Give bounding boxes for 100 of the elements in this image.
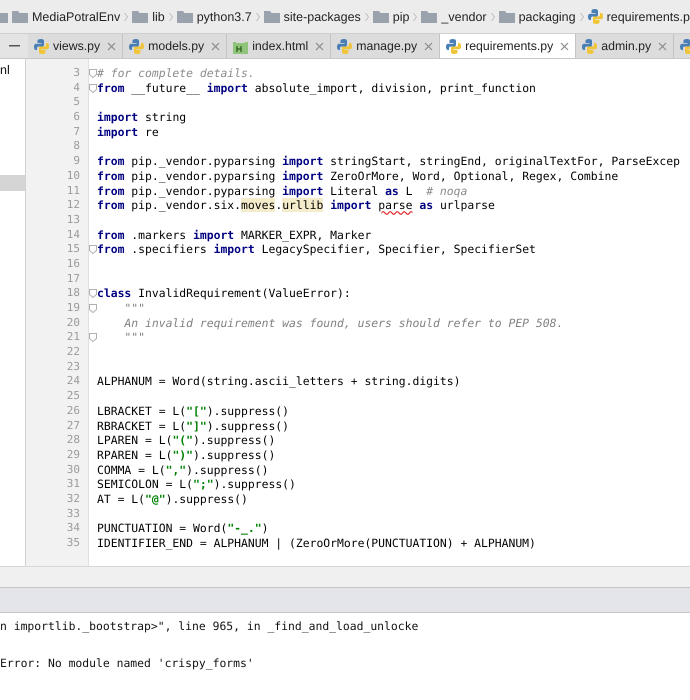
- line-number: 24: [66, 374, 81, 390]
- folder-icon: [132, 10, 148, 23]
- code-line: ALPHANUM = Word(string.ascii_letters + string.digits): [97, 374, 460, 390]
- python-file-icon: [446, 38, 462, 54]
- line-number: 6: [72, 110, 81, 125]
- fold-icon[interactable]: [89, 333, 97, 342]
- fold-icon[interactable]: [89, 68, 97, 78]
- folder-icon: [12, 10, 28, 23]
- line-number: 29: [66, 448, 81, 463]
- line-number: 17: [66, 272, 81, 286]
- code-line: # for complete details.: [97, 66, 255, 81]
- line-number: 4: [72, 80, 81, 96]
- editor-tab[interactable]: views.py: [28, 34, 124, 58]
- code-line: SEMICOLON = L(";").suppress(): [97, 477, 296, 492]
- breadcrumb-item[interactable]: pip: [372, 10, 410, 24]
- line-number: 28: [66, 433, 81, 448]
- code-line: class InvalidRequirement(ValueError):: [97, 286, 351, 302]
- line-number: 33: [66, 506, 81, 522]
- editor-tab[interactable]: manage.py: [331, 34, 440, 58]
- code-line: from pip._vendor.pyparsing import stringStart, stringEnd, originalTextFor, ParseExcep: [97, 154, 680, 169]
- breadcrumb-item[interactable]: python3.7: [176, 10, 252, 24]
- line-number: 15: [66, 242, 81, 257]
- breadcrumb-item[interactable]: site-packages: [264, 10, 361, 24]
- line-number: 26: [66, 404, 81, 418]
- editor-tab[interactable]: requirements.py: [440, 34, 576, 58]
- close-icon[interactable]: [424, 42, 434, 50]
- minimize-icon[interactable]: [8, 45, 20, 47]
- code-line: """: [123, 301, 146, 316]
- line-number: 35: [66, 536, 81, 551]
- code-line: AT = L("@").suppress(): [97, 492, 248, 507]
- line-number: 34: [66, 521, 81, 536]
- folder-icon: [264, 10, 280, 23]
- line-number: 16: [66, 256, 81, 272]
- fold-icon[interactable]: [89, 84, 97, 93]
- editor-tab[interactable]: models.py: [123, 34, 228, 58]
- code-line: from pip._vendor.pyparsing import Literal as L # noqa: [97, 184, 468, 198]
- code-line: from pip._vendor.pyparsing import ZeroOrMore, Word, Optional, Regex, Combine: [97, 168, 618, 184]
- folder-icon: [498, 10, 515, 23]
- line-number: 7: [72, 124, 81, 140]
- line-number: 22: [66, 345, 81, 360]
- line-number: 23: [66, 360, 81, 374]
- code-line: RPAREN = L(")").suppress(): [97, 448, 276, 463]
- folder-icon: [176, 10, 193, 23]
- folder-icon: [0, 10, 8, 23]
- folder-icon: [421, 10, 438, 23]
- editor-tab[interactable]: admin.py: [576, 34, 674, 58]
- line-number: 9: [72, 154, 81, 169]
- close-icon[interactable]: [107, 42, 116, 50]
- editor-tab[interactable]: index.html: [227, 34, 332, 58]
- code-line: PUNCTUATION = Word("-_."): [97, 521, 268, 536]
- folder-icon: [372, 10, 389, 23]
- code-line: COMMA = L(",").suppress(): [97, 462, 268, 478]
- code-line: from pip._vendor.six.moves.urllib import parse as urlparse: [97, 198, 495, 213]
- line-number: 32: [66, 492, 81, 507]
- breadcrumb-item[interactable]: packaging: [498, 10, 576, 24]
- line-number: 25: [66, 389, 81, 404]
- fold-icon[interactable]: [89, 304, 97, 313]
- line-number: 21: [66, 330, 81, 346]
- python-file-icon: [588, 9, 603, 24]
- code-line: import re: [97, 124, 159, 140]
- line-number: 10: [66, 168, 81, 184]
- close-icon[interactable]: [211, 42, 220, 50]
- line-number: 13: [66, 212, 81, 228]
- code-line: """: [123, 330, 146, 346]
- line-number: 19: [66, 301, 81, 316]
- line-number: 18: [66, 286, 81, 301]
- fold-icon[interactable]: [89, 289, 97, 298]
- line-number: 31: [66, 477, 81, 492]
- line-number: 20: [66, 316, 81, 330]
- code-line: LPAREN = L("(").suppress(): [97, 433, 276, 448]
- code-line: from .specifiers import LegacySpecifier, Specifier, SpecifierSet: [97, 242, 536, 257]
- project-item[interactable]: nl: [0, 61, 25, 79]
- console-line: n importlib._bootstrap>", line 965, in _find_and_load_unlocke: [0, 619, 420, 634]
- code-line: IDENTIFIER_END = ALPHANUM | (ZeroOrMore(PUNCTUATION) + ALPHANUM): [97, 536, 536, 551]
- line-number: 27: [66, 418, 81, 434]
- python-file-icon: [337, 38, 352, 54]
- breadcrumb-item[interactable]: requirements.p: [588, 9, 690, 24]
- line-number: 14: [66, 228, 81, 242]
- line-number: 5: [72, 95, 81, 110]
- fold-icon[interactable]: [89, 245, 97, 254]
- code-line: import string: [97, 110, 186, 125]
- line-number: 12: [66, 198, 81, 213]
- python-file-icon: [34, 38, 49, 54]
- code-line: from __future__ import absolute_import, division, print_function: [97, 80, 536, 96]
- line-number: 3: [72, 66, 81, 81]
- close-icon[interactable]: [560, 42, 570, 50]
- line-number: 8: [72, 139, 81, 154]
- line-number: 11: [66, 184, 81, 198]
- line-number: 30: [66, 462, 81, 478]
- code-line: from .markers import MARKER_EXPR, Marker: [97, 228, 372, 242]
- code-line: An invalid requirement was found, users should refer to PEP 508.: [122, 316, 564, 330]
- close-icon[interactable]: [658, 42, 668, 50]
- python-file-icon: [582, 38, 598, 54]
- close-icon[interactable]: [315, 42, 324, 50]
- python-file-icon: [129, 38, 144, 54]
- breadcrumb-item[interactable]: MediaPotralEnv: [12, 10, 120, 24]
- code-line: RBRACKET = L("]").suppress(): [97, 418, 290, 434]
- console-line: Error: No module named 'crispy_forms': [0, 656, 255, 671]
- breadcrumb-item[interactable]: _vendor: [421, 10, 487, 24]
- breadcrumb-item[interactable]: lib: [132, 10, 165, 24]
